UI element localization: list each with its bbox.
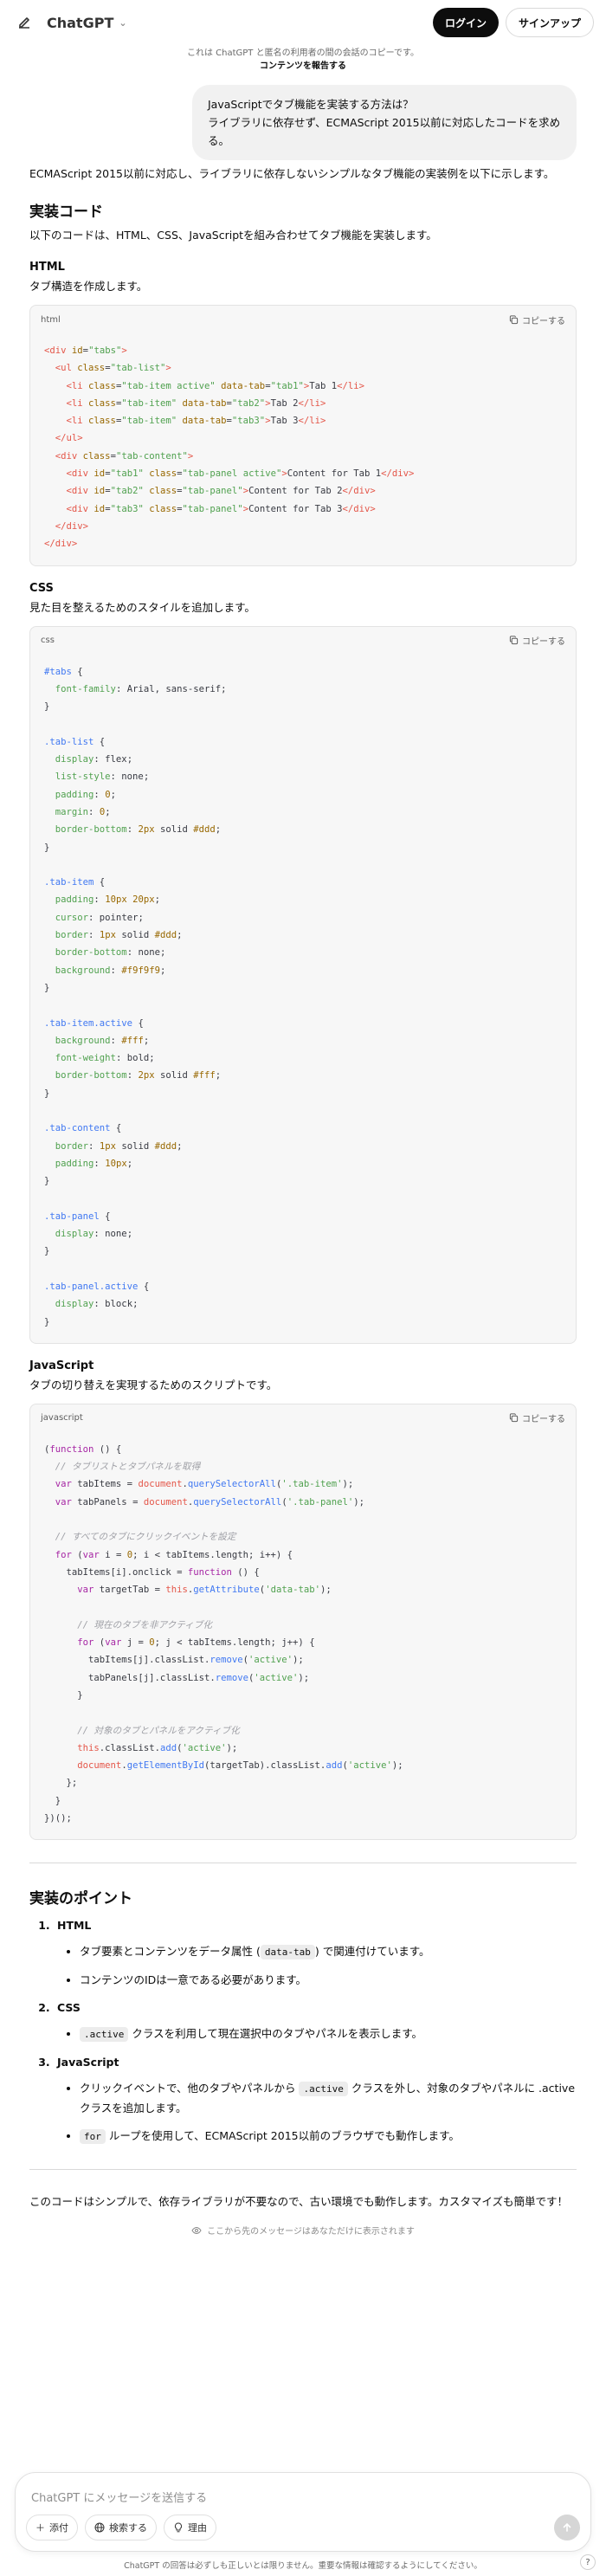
arrow-up-icon — [563, 2522, 571, 2532]
search-button[interactable]: 検索する — [85, 2515, 157, 2540]
bullet-text: タブ要素とコンテンツをデータ属性 ( — [80, 1945, 261, 1959]
new-chat-icon[interactable] — [12, 10, 36, 35]
user-message-bubble: JavaScriptでタブ機能を実装する方法は？ ライブラリに依存せず、ECMA… — [192, 85, 577, 160]
js-desc: タブの切り替えを実現するためのスクリプトです。 — [29, 1378, 278, 1391]
bullet-text: クラスを利用して現在選択中のタブやパネルを表示します。 — [128, 2027, 422, 2041]
assistant-message: ECMAScript 2015以前に対応し、ライブラリに依存しないシンプルなタブ… — [29, 165, 577, 2237]
inline-code: .active — [299, 2082, 348, 2097]
inline-code: .active — [80, 2027, 129, 2043]
model-selector[interactable]: ChatGPT ⌄ — [47, 15, 127, 31]
answer-intro: ECMAScript 2015以前に対応し、ライブラリに依存しないシンプルなタブ… — [29, 167, 555, 180]
copy-code-button[interactable]: コピーする — [509, 1411, 565, 1424]
list-item: クリックイベントで、他のタブやパネルから .active クラスを外し、対象のタ… — [80, 2079, 577, 2118]
search-label: 検索する — [109, 2522, 147, 2534]
globe-icon — [94, 2522, 105, 2533]
chevron-down-icon: ⌄ — [119, 16, 127, 29]
heading-implementation-code: 実装コード — [29, 203, 103, 221]
code-block-css: css コピーする #tabs { font-family: Arial, sa… — [29, 625, 577, 1344]
send-button[interactable] — [554, 2515, 580, 2540]
heading-html: HTML — [29, 261, 65, 274]
code-content-javascript: (function () { // タブリストとタブパネルを取得 var tab… — [44, 1443, 403, 1824]
shared-note-text: これは ChatGPT と匿名の利用者の間の会話のコピーです。 — [186, 48, 419, 58]
inline-code: for — [80, 2129, 106, 2145]
signup-button[interactable]: サインアップ — [505, 8, 594, 37]
points-list: HTML タブ要素とコンテンツをデータ属性 (data-tab) で関連付けてい… — [29, 1916, 577, 2147]
heading-css: CSS — [29, 581, 54, 595]
shared-conversation-note: これは ChatGPT と匿名の利用者の間の会話のコピーです。 コンテンツを報告… — [0, 47, 606, 73]
brand-title: ChatGPT — [47, 14, 114, 31]
list-item: JavaScript クリックイベントで、他のタブやパネルから .active … — [54, 2053, 577, 2147]
code-header: css コピーする — [30, 627, 576, 655]
point-title: CSS — [57, 2001, 81, 2015]
inline-code: data-tab — [260, 1945, 315, 1960]
copy-label: コピーする — [522, 637, 565, 648]
html-desc: タブ構造を作成します。 — [29, 280, 148, 293]
attach-button[interactable]: ＋ 添付 — [26, 2515, 78, 2540]
copy-icon — [509, 314, 519, 324]
private-messages-note: ここから先のメッセージはあなただけに表示されます — [29, 2224, 577, 2237]
report-content-link[interactable]: コンテンツを報告する — [0, 60, 606, 73]
list-item: .active クラスを利用して現在選択中のタブやパネルを表示します。 — [80, 2024, 577, 2044]
heading-implementation-points: 実装のポイント — [29, 1890, 132, 1908]
bullet-text: ループを使用して、ECMAScript 2015以前のブラウザでも動作します。 — [105, 2129, 460, 2143]
copy-code-button[interactable]: コピーする — [509, 313, 565, 326]
list-item: タブ要素とコンテンツをデータ属性 (data-tab) で関連付けています。 — [80, 1942, 577, 1962]
copy-icon — [509, 1413, 519, 1423]
closing-text: このコードはシンプルで、依存ライブラリが不要なので、古い環境でも動作します。カス… — [29, 2195, 569, 2209]
bullet-text: ) で関連付けています。 — [314, 1945, 430, 1959]
top-bar: ChatGPT ⌄ ログイン サインアップ — [0, 0, 606, 45]
bullet-text: コンテンツのIDは一意である必要があります。 — [80, 1973, 306, 1987]
code-content-html: <div id="tabs"> <ul class="tab-list"> <l… — [44, 345, 415, 550]
attach-label: 添付 — [49, 2522, 68, 2534]
help-button[interactable]: ? — [580, 2554, 596, 2570]
code-header: javascript コピーする — [30, 1404, 576, 1432]
composer-tools: ＋ 添付 検索する 理由 — [26, 2515, 216, 2540]
reason-button[interactable]: 理由 — [164, 2515, 216, 2540]
private-note-text: ここから先のメッセージはあなただけに表示されます — [207, 2227, 415, 2237]
point-title: JavaScript — [57, 2056, 119, 2069]
plus-icon: ＋ — [35, 2522, 45, 2534]
user-message-line: ライブラリに依存せず、ECMAScript 2015以前に対応したコードを求める… — [208, 116, 561, 147]
copy-code-button[interactable]: コピーする — [509, 634, 565, 647]
heading-javascript: JavaScript — [29, 1359, 94, 1372]
css-desc: 見た目を整えるためのスタイルを追加します。 — [29, 600, 255, 614]
code-language: javascript — [41, 1413, 83, 1424]
message-composer: ChatGPT にメッセージを送信する ＋ 添付 検索する 理由 — [15, 2472, 591, 2552]
code-block-javascript: javascript コピーする (function () { // タブリスト… — [29, 1403, 577, 1841]
message-input[interactable]: ChatGPT にメッセージを送信する — [31, 2489, 207, 2505]
list-item: for ループを使用して、ECMAScript 2015以前のブラウザでも動作し… — [80, 2127, 577, 2147]
code-header: html コピーする — [30, 306, 576, 333]
reason-label: 理由 — [188, 2522, 207, 2534]
code-language: css — [41, 636, 55, 646]
list-item: HTML タブ要素とコンテンツをデータ属性 (data-tab) で関連付けてい… — [54, 1916, 577, 1990]
list-item: コンテンツのIDは一意である必要があります。 — [80, 1971, 577, 1990]
eye-slash-icon — [191, 2226, 202, 2234]
copy-icon — [509, 636, 519, 645]
code-block-html: html コピーする <div id="tabs"> <ul class="ta… — [29, 305, 577, 566]
copy-label: コピーする — [522, 1415, 565, 1425]
list-item: CSS .active クラスを利用して現在選択中のタブやパネルを表示します。 — [54, 1998, 577, 2044]
login-button[interactable]: ログイン — [432, 8, 499, 37]
code-intro: 以下のコードは、HTML、CSS、JavaScriptを組み合わせてタブ機能を実… — [29, 229, 437, 242]
bullet-text: クリックイベントで、他のタブやパネルから — [80, 2082, 300, 2095]
code-content-css: #tabs { font-family: Arial, sans-serif; … — [44, 666, 227, 1327]
point-title: HTML — [57, 1919, 92, 1933]
user-message-line: JavaScriptでタブ機能を実装する方法は？ — [208, 98, 414, 111]
disclaimer-text: ChatGPT の回答は必ずしも正しいとは限りません。重要な情報は確認するように… — [124, 2561, 482, 2571]
copy-label: コピーする — [522, 316, 565, 326]
lightbulb-icon — [174, 2522, 183, 2533]
divider — [29, 2169, 577, 2171]
code-language: html — [41, 314, 61, 325]
